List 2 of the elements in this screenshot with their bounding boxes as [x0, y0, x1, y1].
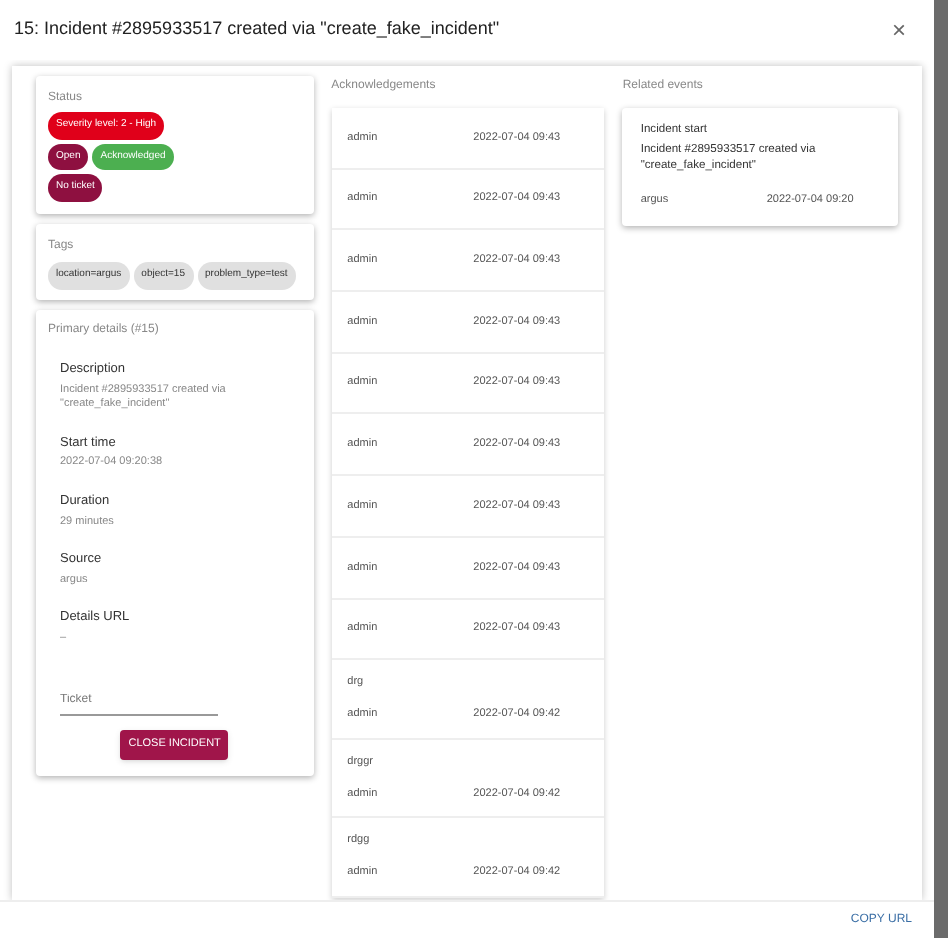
dialog-title: 15: Incident #2895933517 created via "create_fake_incident" — [14, 16, 500, 43]
close-button[interactable]: × — [891, 18, 906, 42]
